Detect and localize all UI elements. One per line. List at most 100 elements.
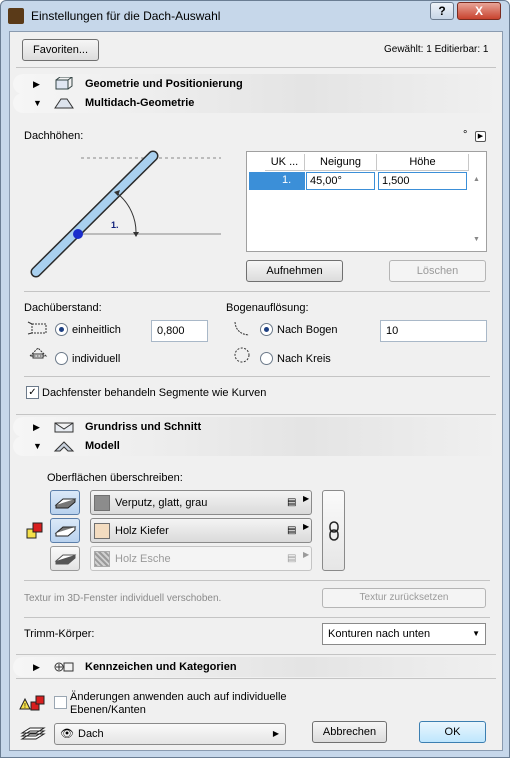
trim-body-value: Konturen nach unten bbox=[328, 628, 431, 640]
surface-bottom-toggle[interactable] bbox=[50, 546, 80, 571]
divider bbox=[16, 67, 496, 68]
tags-icon bbox=[54, 662, 74, 672]
chevron-down-icon: ▼ bbox=[472, 629, 480, 638]
roof-heights-table[interactable]: UK ... Neigung Höhe 1. 45,00° 1,500 ▲ ▼ bbox=[246, 151, 487, 252]
dialog-body: Favoriten... Gewählt: 1 Editierbar: 1 ▶ … bbox=[9, 31, 503, 751]
texture-note: Textur im 3D-Fenster individuell verscho… bbox=[24, 593, 222, 604]
surface-swatch bbox=[94, 523, 110, 539]
surface-name: Holz Kiefer bbox=[115, 525, 169, 537]
surface-picker-bottom: Holz Esche ▤ ▶ bbox=[90, 546, 312, 571]
section-floorplan-label: Grundriss und Schnitt bbox=[85, 421, 202, 433]
cancel-button[interactable]: Abbrechen bbox=[312, 721, 387, 743]
collapse-arrow-icon: ▼ bbox=[33, 441, 42, 451]
overhang-individual-radio[interactable] bbox=[55, 352, 68, 365]
overhang-value-input[interactable]: 0,800 bbox=[151, 320, 208, 342]
close-button[interactable]: X bbox=[457, 2, 501, 20]
table-cell-height[interactable]: 1,500 bbox=[378, 172, 467, 190]
table-cell-uk[interactable]: 1. bbox=[279, 172, 291, 190]
arc-by-arc-radio[interactable] bbox=[260, 323, 273, 336]
overhang-individual-icon bbox=[28, 347, 48, 359]
column-header-height[interactable]: Höhe bbox=[377, 154, 469, 171]
expand-arrow-icon: ▶ bbox=[33, 422, 40, 432]
layers-icon bbox=[20, 727, 46, 740]
divider bbox=[16, 678, 496, 679]
overhang-uniform-icon bbox=[27, 321, 47, 335]
section-model-label: Modell bbox=[85, 440, 120, 452]
chevron-right-icon: ▶ bbox=[303, 494, 310, 503]
surface-swatch bbox=[94, 495, 110, 511]
collapse-arrow-icon: ▼ bbox=[33, 98, 42, 108]
add-height-button[interactable]: Aufnehmen bbox=[246, 260, 343, 282]
trim-body-label: Trimm-Körper: bbox=[24, 628, 95, 640]
layer-value: Dach bbox=[78, 728, 104, 740]
trim-body-dropdown[interactable]: Konturen nach unten ▼ bbox=[322, 623, 486, 645]
arc-resolution-input[interactable]: 10 bbox=[380, 320, 487, 342]
svg-text:!: ! bbox=[24, 703, 26, 710]
arc-icon bbox=[234, 321, 250, 336]
eye-icon: 👁 bbox=[60, 728, 74, 740]
override-warning-icon bbox=[26, 522, 43, 539]
favorites-button[interactable]: Favoriten... bbox=[22, 39, 99, 61]
chevron-right-icon: ▶ bbox=[272, 729, 279, 738]
chevron-right-icon: ▶ bbox=[303, 550, 310, 559]
section-model[interactable]: ▼ Modell bbox=[13, 436, 501, 456]
overhang-individual-label: individuell bbox=[72, 353, 121, 365]
app-icon bbox=[8, 8, 24, 24]
section-tags-label: Kennzeichen und Kategorien bbox=[85, 661, 237, 673]
divider bbox=[24, 376, 490, 377]
layer-dropdown[interactable]: 👁 Dach ▶ bbox=[54, 723, 286, 745]
column-header-pitch[interactable]: Neigung bbox=[305, 154, 377, 171]
dialog-window: Einstellungen für die Dach-Auswahl ? X F… bbox=[0, 0, 510, 758]
angle-unit-menu-icon[interactable]: ▶ bbox=[475, 131, 486, 142]
section-multiroof[interactable]: ▼ Multidach-Geometrie bbox=[13, 93, 501, 113]
divider bbox=[24, 617, 490, 618]
overhang-uniform-radio[interactable] bbox=[55, 323, 68, 336]
roof-pitch-diagram bbox=[30, 150, 221, 278]
divider bbox=[16, 414, 496, 415]
expand-arrow-icon: ▶ bbox=[33, 662, 40, 672]
model-icon bbox=[53, 441, 75, 452]
surface-name: Verputz, glatt, grau bbox=[115, 497, 208, 509]
divider bbox=[24, 580, 490, 581]
surface-picker-edge[interactable]: Holz Kiefer ▤ ▶ bbox=[90, 518, 312, 543]
window-title: Einstellungen für die Dach-Auswahl bbox=[31, 9, 221, 23]
surface-picker-top[interactable]: Verputz, glatt, grau ▤ ▶ bbox=[90, 490, 312, 515]
delete-height-button: Löschen bbox=[389, 260, 486, 282]
skylight-checkbox[interactable]: ✓ bbox=[26, 386, 39, 399]
chain-link-icon bbox=[329, 521, 339, 541]
circle-icon bbox=[234, 347, 250, 363]
table-scrollbar[interactable]: ▲ ▼ bbox=[470, 154, 485, 250]
document-icon: ▤ bbox=[287, 525, 297, 536]
diagram-index-label: 1. bbox=[111, 220, 119, 230]
apply-individual-label-line2: Ebenen/Kanten bbox=[70, 704, 146, 716]
surface-top-toggle[interactable] bbox=[50, 490, 80, 515]
overhang-label: Dachüberstand: bbox=[24, 302, 102, 314]
surface-edge-toggle[interactable] bbox=[50, 518, 80, 543]
arc-by-circle-label: Nach Kreis bbox=[277, 353, 331, 365]
section-tags[interactable]: ▶ Kennzeichen und Kategorien bbox=[13, 657, 501, 677]
roof-icon bbox=[54, 98, 74, 109]
document-icon: ▤ bbox=[287, 553, 297, 564]
section-multiroof-label: Multidach-Geometrie bbox=[85, 97, 195, 109]
surface-edge-icon bbox=[54, 526, 77, 537]
override-surfaces-label: Oberflächen überschreiben: bbox=[47, 472, 183, 484]
column-header-uk[interactable]: UK ... bbox=[265, 154, 305, 171]
ok-button[interactable]: OK bbox=[419, 721, 486, 743]
table-row-selection bbox=[249, 172, 305, 190]
section-geometry[interactable]: ▶ Geometrie und Positionierung bbox=[13, 74, 501, 94]
arc-by-circle-radio[interactable] bbox=[260, 352, 273, 365]
apply-individual-checkbox[interactable] bbox=[54, 696, 67, 709]
divider bbox=[16, 654, 496, 655]
section-floorplan[interactable]: ▶ Grundriss und Schnitt bbox=[13, 417, 501, 437]
surface-name: Holz Esche bbox=[115, 553, 171, 565]
arc-resolution-label: Bogenauflösung: bbox=[226, 302, 309, 314]
degree-symbol: ° bbox=[463, 129, 468, 141]
table-cell-pitch[interactable]: 45,00° bbox=[306, 172, 375, 190]
link-surfaces-button[interactable] bbox=[322, 490, 345, 571]
help-button[interactable]: ? bbox=[430, 2, 454, 20]
divider bbox=[24, 291, 490, 292]
arc-by-arc-label: Nach Bogen bbox=[277, 324, 338, 336]
document-icon: ▤ bbox=[287, 497, 297, 508]
texture-reset-button: Textur zurücksetzen bbox=[322, 588, 486, 608]
chevron-right-icon: ▶ bbox=[303, 522, 310, 531]
